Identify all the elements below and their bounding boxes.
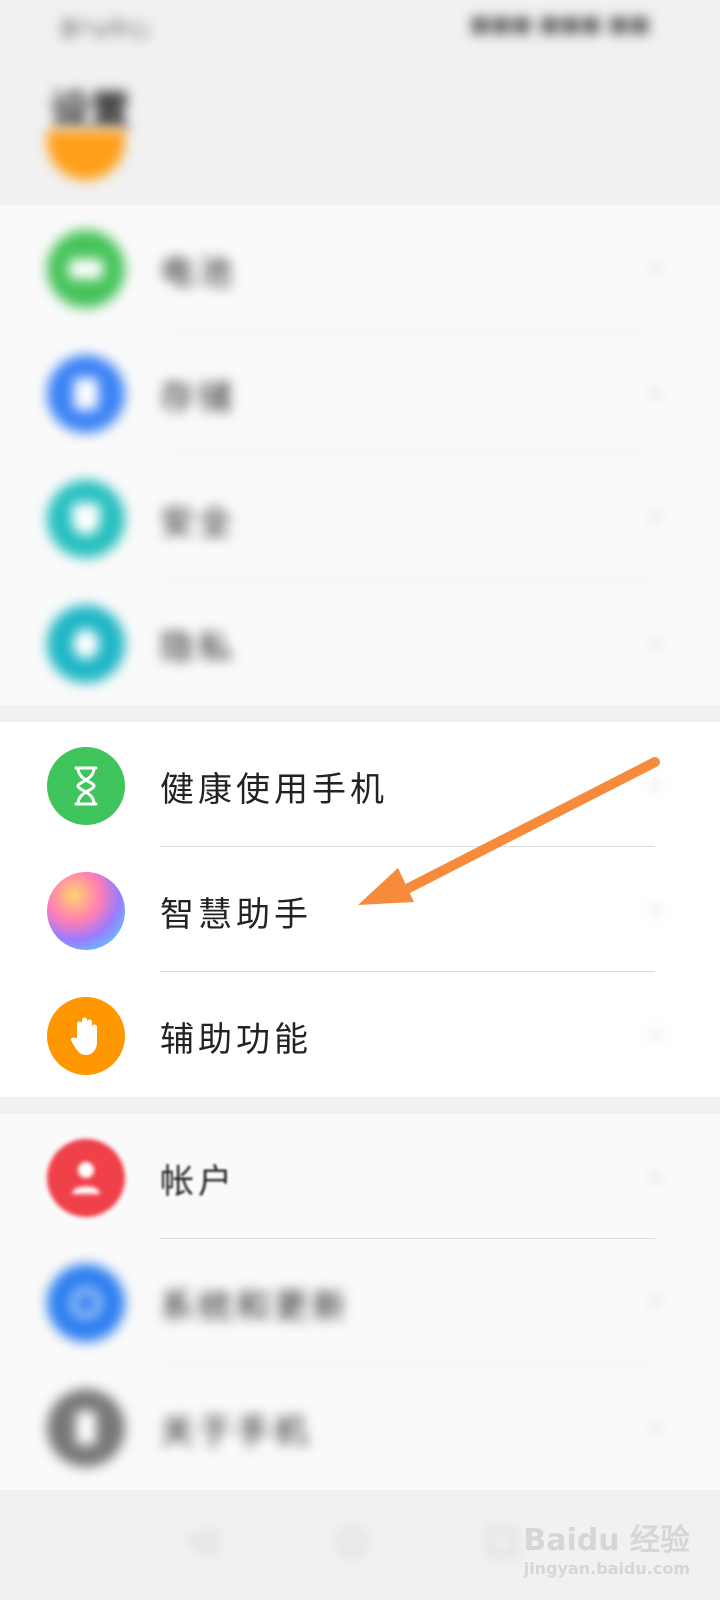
watermark-logo: Baidu 经验	[523, 1523, 690, 1558]
settings-item-label: 存储	[160, 378, 236, 418]
settings-item-label: 帐户	[160, 1162, 236, 1202]
chevron-right-icon: ›	[650, 250, 662, 285]
phone-icon	[47, 1389, 125, 1467]
chevron-right-icon: ›	[650, 1159, 662, 1194]
chevron-right-icon: ›	[650, 1409, 662, 1444]
settings-item-label: 电池	[160, 253, 236, 293]
chevron-right-icon: ›	[650, 767, 662, 802]
settings-item-system-update[interactable]: 系统和更新 ›	[0, 1239, 720, 1364]
chevron-right-icon: ›	[650, 625, 662, 660]
system-icon	[47, 1264, 125, 1342]
settings-group-device: 电池 › 存储 › 安全 › 隐私 ›	[0, 205, 720, 705]
settings-item-privacy[interactable]: 隐私 ›	[0, 580, 720, 705]
chevron-right-icon: ›	[650, 892, 662, 927]
settings-item-account[interactable]: 帐户 ›	[0, 1114, 720, 1239]
top-partial-icon	[47, 130, 125, 180]
settings-item-label: 安全	[160, 503, 236, 543]
storage-icon	[47, 355, 125, 433]
hourglass-icon	[47, 747, 125, 825]
page-title: 设置	[50, 88, 130, 134]
settings-item-label: 系统和更新	[160, 1287, 350, 1327]
privacy-icon	[47, 605, 125, 683]
settings-group-system: 帐户 › 系统和更新 › 关于手机 ›	[0, 1114, 720, 1490]
battery-icon	[47, 230, 125, 308]
chevron-right-icon: ›	[650, 1284, 662, 1319]
account-icon	[47, 1139, 125, 1217]
settings-item-label: 关于手机	[160, 1412, 312, 1452]
status-bar: 新*a中心 ■■■ ■■■ ■■	[0, 0, 720, 50]
settings-item-security[interactable]: 安全 ›	[0, 455, 720, 580]
home-icon[interactable]: ○	[330, 1520, 374, 1564]
settings-item-smart-assistant[interactable]: 智慧助手 ›	[0, 847, 720, 972]
status-bar-left: 新*a中心	[60, 18, 151, 43]
settings-item-label: 健康使用手机	[160, 770, 388, 810]
settings-item-label: 智慧助手	[160, 895, 312, 935]
chevron-right-icon: ›	[650, 500, 662, 535]
settings-group-assist: 健康使用手机 › 智慧助手 › 辅助功能 ›	[0, 722, 720, 1097]
hand-icon	[47, 997, 125, 1075]
settings-item-battery[interactable]: 电池 ›	[0, 205, 720, 330]
recents-icon[interactable]: □	[480, 1520, 524, 1564]
chevron-right-icon: ›	[650, 1017, 662, 1052]
smart-assistant-icon	[47, 872, 125, 950]
watermark: Baidu 经验 jingyan.baidu.com	[523, 1515, 690, 1578]
settings-item-storage[interactable]: 存储 ›	[0, 330, 720, 455]
status-bar-right: ■■■ ■■■ ■■	[469, 12, 650, 37]
settings-item-digital-balance[interactable]: 健康使用手机 ›	[0, 722, 720, 847]
settings-item-about-phone[interactable]: 关于手机 ›	[0, 1364, 720, 1489]
settings-item-accessibility[interactable]: 辅助功能 ›	[0, 972, 720, 1097]
settings-item-label: 辅助功能	[160, 1020, 312, 1060]
watermark-url: jingyan.baidu.com	[523, 1559, 690, 1578]
shield-icon	[47, 480, 125, 558]
chevron-right-icon: ›	[650, 375, 662, 410]
back-icon[interactable]: ◁	[180, 1520, 224, 1564]
settings-item-label: 隐私	[160, 628, 236, 668]
